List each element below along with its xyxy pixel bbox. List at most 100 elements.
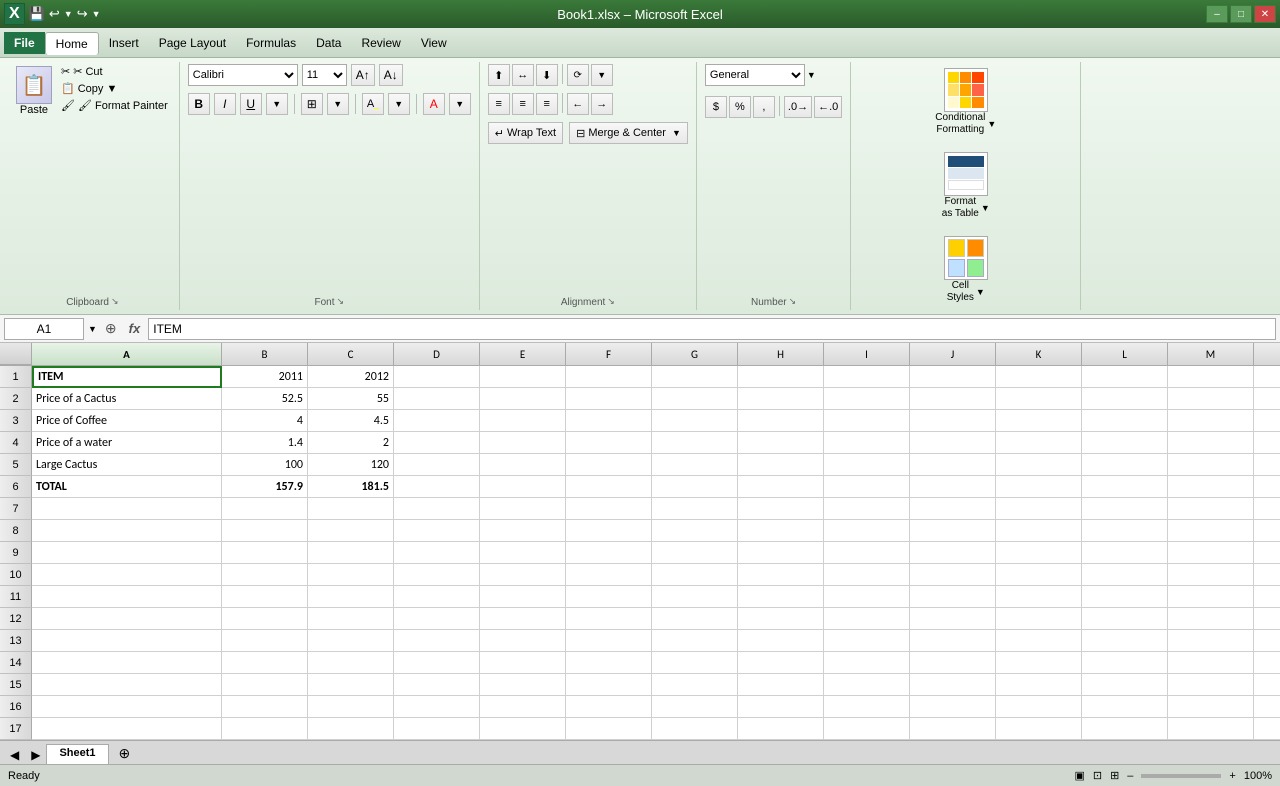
cell-l2[interactable] [1082,388,1168,410]
cell-a17[interactable] [32,718,222,740]
cell-k6[interactable] [996,476,1082,498]
align-middle-button[interactable]: ↔ [512,64,534,86]
cell-b13[interactable] [222,630,308,652]
row-num-3[interactable]: 3 [0,410,32,432]
cell-e11[interactable] [480,586,566,608]
cell-f4[interactable] [566,432,652,454]
col-header-a[interactable]: A [32,343,222,365]
cell-f1[interactable] [566,366,652,388]
page-break-view-button[interactable]: ⊞ [1110,769,1119,782]
cell-h3[interactable] [738,410,824,432]
cell-k13[interactable] [996,630,1082,652]
cell-d2[interactable] [394,388,480,410]
page-layout-view-button[interactable]: ⊡ [1093,769,1102,782]
cell-f9[interactable] [566,542,652,564]
align-bottom-button[interactable]: ⬇ [536,64,558,86]
cell-i6[interactable] [824,476,910,498]
cell-f3[interactable] [566,410,652,432]
cell-styles-button[interactable]: CellStyles ▼ [931,232,1001,308]
col-header-k[interactable]: K [996,343,1082,365]
cell-b6[interactable]: 157.9 [222,476,308,498]
cell-n11[interactable] [1254,586,1280,608]
cell-h7[interactable] [738,498,824,520]
cell-i15[interactable] [824,674,910,696]
underline-dropdown[interactable]: ▼ [266,93,288,115]
row-num-16[interactable]: 16 [0,696,32,718]
cell-m6[interactable] [1168,476,1254,498]
conditional-formatting-button[interactable]: ConditionalFormatting ▼ [929,64,1002,140]
cell-l15[interactable] [1082,674,1168,696]
comma-button[interactable]: , [753,96,775,118]
cell-b10[interactable] [222,564,308,586]
row-num-12[interactable]: 12 [0,608,32,630]
cell-c16[interactable] [308,696,394,718]
cell-i16[interactable] [824,696,910,718]
cell-k5[interactable] [996,454,1082,476]
cell-n12[interactable] [1254,608,1280,630]
cell-m14[interactable] [1168,652,1254,674]
cell-g14[interactable] [652,652,738,674]
sheet-tab-nav-left[interactable]: ◀ [4,746,25,764]
cell-c17[interactable] [308,718,394,740]
cell-k12[interactable] [996,608,1082,630]
cell-a13[interactable] [32,630,222,652]
cell-l5[interactable] [1082,454,1168,476]
cell-m15[interactable] [1168,674,1254,696]
cell-d9[interactable] [394,542,480,564]
menu-data[interactable]: Data [306,32,351,54]
cell-e7[interactable] [480,498,566,520]
cell-g15[interactable] [652,674,738,696]
cell-m9[interactable] [1168,542,1254,564]
number-expand-icon[interactable]: ↘ [789,296,797,307]
row-num-2[interactable]: 2 [0,388,32,410]
copy-button[interactable]: 📋 Copy ▼ [58,81,171,96]
cell-n3[interactable] [1254,410,1280,432]
cell-i4[interactable] [824,432,910,454]
cell-k8[interactable] [996,520,1082,542]
cell-h13[interactable] [738,630,824,652]
cell-j8[interactable] [910,520,996,542]
cell-n2[interactable] [1254,388,1280,410]
cell-b14[interactable] [222,652,308,674]
cell-f16[interactable] [566,696,652,718]
cell-f13[interactable] [566,630,652,652]
cell-l14[interactable] [1082,652,1168,674]
formula-bar-expand-icon[interactable]: ⊕ [101,320,121,337]
cell-d14[interactable] [394,652,480,674]
zoom-out-button[interactable]: – [1127,770,1133,782]
cell-a7[interactable] [32,498,222,520]
cell-e5[interactable] [480,454,566,476]
cell-i17[interactable] [824,718,910,740]
cell-a15[interactable] [32,674,222,696]
menu-view[interactable]: View [411,32,457,54]
cell-b15[interactable] [222,674,308,696]
menu-insert[interactable]: Insert [99,32,149,54]
cell-k16[interactable] [996,696,1082,718]
cell-d6[interactable] [394,476,480,498]
cell-i5[interactable] [824,454,910,476]
cell-b1[interactable]: 2011 [222,366,308,388]
cell-h17[interactable] [738,718,824,740]
col-header-f[interactable]: F [566,343,652,365]
cell-b7[interactable] [222,498,308,520]
cell-c8[interactable] [308,520,394,542]
format-as-table-button[interactable]: Formatas Table ▼ [931,148,1001,224]
cell-d1[interactable] [394,366,480,388]
cell-c15[interactable] [308,674,394,696]
cell-n10[interactable] [1254,564,1280,586]
format-painter-button[interactable]: 🖌 🖌 Format Painter [58,98,171,113]
cell-c3[interactable]: 4.5 [308,410,394,432]
add-sheet-button[interactable]: ⊕ [111,743,139,764]
cell-h15[interactable] [738,674,824,696]
cell-n13[interactable] [1254,630,1280,652]
cell-n6[interactable] [1254,476,1280,498]
accounting-format-button[interactable]: $ [705,96,727,118]
cell-e14[interactable] [480,652,566,674]
cell-l9[interactable] [1082,542,1168,564]
cell-i3[interactable] [824,410,910,432]
cell-j6[interactable] [910,476,996,498]
row-num-5[interactable]: 5 [0,454,32,476]
cell-d13[interactable] [394,630,480,652]
cell-d5[interactable] [394,454,480,476]
cell-i1[interactable] [824,366,910,388]
